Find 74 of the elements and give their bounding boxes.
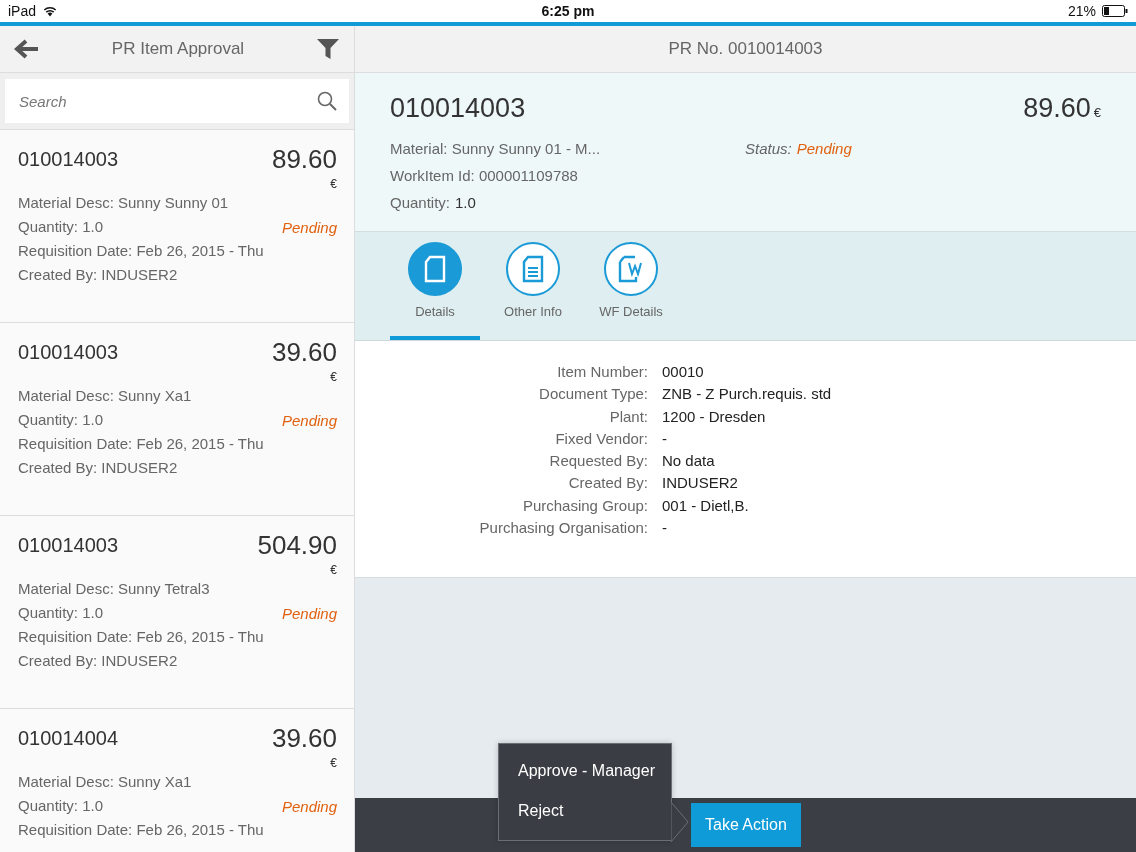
field-value: No data xyxy=(662,451,716,472)
field-value: - xyxy=(662,518,668,539)
quantity-text: Quantity: 1.0 xyxy=(18,603,104,623)
created-by-text: Created By: INDUSER2 xyxy=(18,458,179,478)
field-value: 1200 - Dresden xyxy=(662,406,767,427)
item-amount: 39.60 xyxy=(271,723,337,754)
field-value: 001 - Dietl,B. xyxy=(662,495,750,516)
created-by-text: Created By: INDUSER2 xyxy=(18,651,179,671)
material-text: Material Desc: Sunny Sunny 01 xyxy=(18,193,230,213)
date-text: Requisition Date: Feb 26, 2015 - Thu xyxy=(18,627,265,647)
status-label: Status: xyxy=(745,139,792,159)
quantity-label: Quantity: xyxy=(390,193,451,213)
field-label: Created By: xyxy=(567,473,648,494)
material-text: Material Desc: Sunny Xa1 xyxy=(18,772,193,792)
device-name: iPad xyxy=(8,3,37,19)
created-by-text: Created By: INDUSER2 xyxy=(18,265,179,285)
date-text: Requisition Date: Feb 26, 2015 - Thu xyxy=(18,434,265,454)
menu-item[interactable]: Approve - Manager xyxy=(499,752,671,792)
material-text: Material Desc: Sunny Xa1 xyxy=(18,386,193,406)
back-arrow-icon xyxy=(14,39,40,59)
status-text: Pending xyxy=(281,218,337,236)
tab[interactable]: WF Details xyxy=(586,232,676,340)
field-label: Plant: xyxy=(608,406,648,427)
field-label: Purchasing Group: xyxy=(521,495,648,516)
battery-percent: 21% xyxy=(1067,3,1096,19)
detail-title: PR No. 0010014003 xyxy=(668,39,823,59)
currency-label: € xyxy=(330,563,337,577)
field-label: Item Number: xyxy=(556,362,648,382)
document-w-icon xyxy=(617,255,645,283)
quantity-text: Quantity: 1.0 xyxy=(18,796,104,816)
status-text: Pending xyxy=(281,797,337,815)
currency-label: € xyxy=(330,370,337,384)
field-value: 00010 xyxy=(662,362,705,382)
search-field[interactable]: Search xyxy=(5,79,349,123)
material-text: Material Desc: Sunny Tetral3 xyxy=(18,579,211,599)
status-text: Pending xyxy=(281,411,337,429)
workitem-text: WorkItem Id: 000001109788 xyxy=(390,166,579,186)
field-label: Document Type: xyxy=(538,384,648,405)
field-value: INDUSER2 xyxy=(662,473,739,494)
menu-item[interactable]: Reject xyxy=(499,792,671,832)
quantity-value: 1.0 xyxy=(455,194,476,211)
item-amount: 89.60 xyxy=(271,144,337,175)
battery-icon xyxy=(1102,5,1128,17)
currency-label: € xyxy=(1093,105,1101,120)
item-number: 010014004 xyxy=(18,727,119,751)
tab[interactable]: Other Info xyxy=(488,232,578,340)
item-amount: 504.90 xyxy=(257,530,337,561)
item-number: 010014003 xyxy=(18,341,119,365)
date-text: Requisition Date: Feb 26, 2015 - Thu xyxy=(18,820,265,840)
quantity-text: Quantity: 1.0 xyxy=(18,410,104,430)
field-label: Purchasing Organisation: xyxy=(478,518,648,539)
master-title: PR Item Approval xyxy=(111,39,245,59)
search-icon xyxy=(317,91,337,111)
field-label: Fixed Vendor: xyxy=(554,428,648,449)
item-number: 010014003 xyxy=(18,148,119,172)
status-text: Pending xyxy=(281,604,337,622)
quantity-text: Quantity: 1.0 xyxy=(18,217,104,237)
field-value: - xyxy=(662,428,668,449)
field-value: ZNB - Z Purch.requis. std xyxy=(662,384,833,405)
date-text: Requisition Date: Feb 26, 2015 - Thu xyxy=(18,241,265,261)
field-label: Requested By: xyxy=(548,451,648,472)
document-icon xyxy=(423,255,447,283)
clock-time: 6:25 pm xyxy=(541,3,595,19)
item-amount: 39.60 xyxy=(271,337,337,368)
document-lines-icon xyxy=(521,255,545,283)
object-amount: 89.60 xyxy=(1023,93,1091,123)
material-text: Material: Sunny Sunny 01 - M... xyxy=(390,139,602,159)
status-text: Pending xyxy=(796,140,852,157)
wifi-icon xyxy=(42,5,59,17)
object-number: 010014003 xyxy=(390,93,526,124)
currency-label: € xyxy=(330,177,337,191)
currency-label: € xyxy=(330,756,337,770)
filter-icon xyxy=(316,38,340,60)
item-number: 010014003 xyxy=(18,534,119,558)
